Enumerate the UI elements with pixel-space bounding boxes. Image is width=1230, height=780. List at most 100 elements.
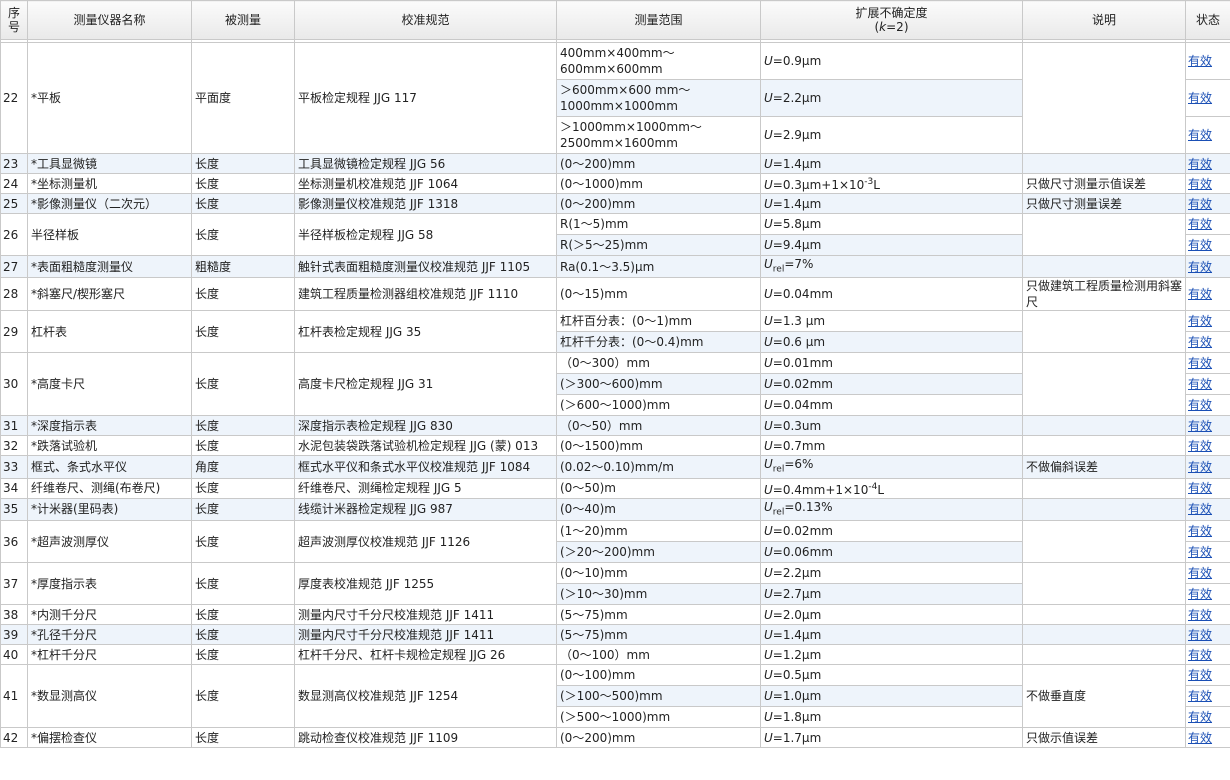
table-row: 34 纤维卷尺、测绳(布卷尺) 长度 纤维卷尺、测绳检定规程 JJG 5 (0～50)m… [0,477,1230,499]
status-link[interactable]: 有效 [1188,502,1212,516]
instrument-name: *偏摆检查仪 [27,727,192,749]
status-link[interactable]: 有效 [1188,177,1212,191]
u-symbol: U [764,398,773,413]
expanded-uncertainty: U=2.9μm [760,116,1023,154]
status-link[interactable]: 有效 [1188,731,1212,745]
status-cell: 有效 [1185,685,1230,708]
status-link[interactable]: 有效 [1188,54,1212,68]
status-link[interactable]: 有效 [1188,689,1212,703]
table-row: 41 *数显测高仪 长度 数显测高仪校准规范 JJF 1254 (0～100)mm U=0… [0,664,1230,729]
status-link[interactable]: 有效 [1188,377,1212,391]
status-link[interactable]: 有效 [1188,335,1212,349]
calibration-spec: 坐标测量机校准规范 JJF 1064 [294,173,557,194]
calibration-spec: 工具显微镜检定规程 JJG 56 [294,153,557,174]
measurement-range: (0～1000)mm [556,173,761,194]
u-symbol: U [764,710,773,725]
table-row: 37 *厚度指示表 长度 厚度表校准规范 JJF 1255 (0～10)mm U=2.2μ… [0,562,1230,606]
status-link[interactable]: 有效 [1188,314,1212,328]
header-status[interactable]: 状态 [1185,0,1230,40]
status-cell: 有效 [1185,562,1230,585]
measurand: 长度 [191,415,295,437]
calibration-spec: 线缆计米器检定规程 JJG 987 [294,497,557,522]
measurand: 粗糙度 [191,254,295,279]
calibration-spec: 水泥包装袋跌落试验机检定规程 JJG (蒙) 013 [294,435,557,457]
status-link[interactable]: 有效 [1188,545,1212,559]
instrument-name: *坐标测量机 [27,173,192,194]
status-link[interactable]: 有效 [1188,398,1212,412]
u-symbol: U [764,499,773,514]
measurand: 长度 [191,435,295,457]
u-value: =1.3 μm [772,314,826,329]
instrument-name: *跌落试验机 [27,435,192,457]
status-link[interactable]: 有效 [1188,128,1212,142]
u-value: =1.8μm [772,710,822,725]
expanded-uncertainty: U=1.7μm [760,727,1023,749]
table-row: 27 *表面粗糙度测量仪 粗糙度 触针式表面粗糙度测量仪校准规范 JJF 1105 Ra… [0,254,1230,279]
header-spec[interactable]: 校准规范 [294,0,557,40]
status-link[interactable]: 有效 [1188,524,1212,538]
status-link[interactable]: 有效 [1188,648,1212,662]
status-link[interactable]: 有效 [1188,217,1212,231]
measurement-range: (＞20～200)mm [556,541,761,564]
status-link[interactable]: 有效 [1188,628,1212,642]
header-note[interactable]: 说明 [1022,0,1186,40]
status-link[interactable]: 有效 [1188,157,1212,171]
table-row: 24 *坐标测量机 长度 坐标测量机校准规范 JJF 1064 (0～1000)mm U=… [0,173,1230,194]
measurement-range: (＞10～30)mm [556,583,761,606]
status-link[interactable]: 有效 [1188,197,1212,211]
table-row: 38 *内测千分尺 长度 测量内尺寸千分尺校准规范 JJF 1411 (5～75)mm U… [0,604,1230,626]
note [1022,435,1186,457]
status-link[interactable]: 有效 [1188,460,1212,474]
u-symbol: U [764,524,773,539]
calibration-spec: 建筑工程质量检测器组校准规范 JJF 1110 [294,277,557,312]
status-link[interactable]: 有效 [1188,710,1212,724]
u-value: =0.04mm [772,398,833,413]
header-range[interactable]: 测量范围 [556,0,761,40]
status-link[interactable]: 有效 [1188,356,1212,370]
status-link[interactable]: 有效 [1188,481,1212,495]
measurand: 长度 [191,193,295,214]
status-link[interactable]: 有效 [1188,287,1212,301]
header-idx[interactable]: 序号 [0,0,28,40]
instrument-name: *深度指示表 [27,415,192,437]
u-symbol: U [764,377,773,392]
row-index: 28 [0,277,28,312]
u-symbol: U [764,257,773,271]
status-link[interactable]: 有效 [1188,91,1212,105]
expanded-uncertainty: U=1.4μm [760,193,1023,214]
header-name[interactable]: 测量仪器名称 [27,0,192,40]
instrument-name: 框式、条式水平仪 [27,455,192,479]
u-value: =0.02mm [772,377,833,392]
status-link[interactable]: 有效 [1188,260,1212,274]
expanded-uncertainty: U=0.01mm [760,352,1023,375]
status-link[interactable]: 有效 [1188,439,1212,453]
expanded-uncertainty: Urel=7% [760,254,1023,279]
u-symbol: U [764,566,773,581]
header-uncertainty-label: 扩展不确定度 [855,6,928,20]
status-cell: 有效 [1185,706,1230,729]
expanded-uncertainty: U=0.02mm [760,373,1023,396]
status-link[interactable]: 有效 [1188,608,1212,622]
status-link[interactable]: 有效 [1188,668,1212,682]
u-value: =0.06mm [772,545,833,560]
status-link[interactable]: 有效 [1188,587,1212,601]
u-value: =1.7μm [772,730,822,745]
status-link[interactable]: 有效 [1188,566,1212,580]
table-header-row: 序号 测量仪器名称 被测量 校准规范 测量范围 扩展不确定度 (k=2) 说明 状… [0,0,1230,40]
instrument-name: *平板 [27,42,192,154]
measurement-range: ＞1000mm×1000mm～ 2500mm×1600mm [556,116,761,154]
table-row: 39 *孔径千分尺 长度 测量内尺寸千分尺校准规范 JJF 1411 (5～75)mm U… [0,624,1230,646]
status-link[interactable]: 有效 [1188,419,1212,433]
calibration-spec: 触针式表面粗糙度测量仪校准规范 JJF 1105 [294,254,557,279]
table-row: 30 *高度卡尺 长度 高度卡尺检定规程 JJG 31 （0～300）mm U=0.01m… [0,352,1230,417]
header-uncertainty[interactable]: 扩展不确定度 (k=2) [760,0,1023,40]
status-link[interactable]: 有效 [1188,238,1212,252]
status-cell: 有效 [1185,415,1230,437]
expanded-uncertainty: U=0.04mm [760,394,1023,417]
expanded-uncertainty: U=0.5μm [760,664,1023,687]
status-cell: 有效 [1185,497,1230,522]
u-symbol: U [764,647,773,662]
u-symbol: U [764,356,773,371]
header-measurand[interactable]: 被测量 [191,0,295,40]
measurement-range: R(1～5)mm [556,213,761,235]
